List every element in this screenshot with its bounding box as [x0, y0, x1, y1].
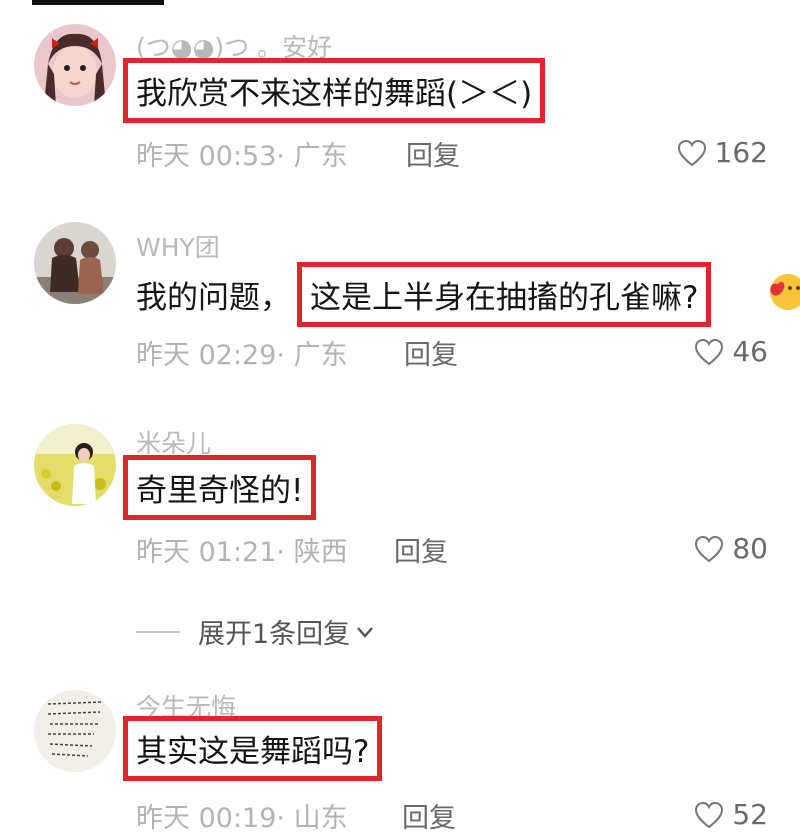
reply-button[interactable]: 回复	[402, 796, 456, 835]
highlight-box: 奇里奇怪的!	[123, 455, 317, 520]
comment-time: 昨天 02:29	[136, 340, 277, 371]
comment-text: 我欣赏不来这样的舞蹈(＞＜)	[123, 58, 546, 123]
username[interactable]: WHY团	[136, 228, 220, 264]
highlight-box: 其实这是舞蹈吗?	[123, 716, 383, 781]
chevron-down-icon	[357, 626, 374, 638]
comment-text-content: 这是上半身在抽搐的孔雀嘛?	[310, 280, 699, 316]
comment-time: 昨天 00:53	[136, 141, 277, 172]
comment-text: 其实这是舞蹈吗?	[123, 716, 383, 781]
like-button[interactable]: 162	[677, 136, 768, 169]
avatar[interactable]	[34, 690, 116, 772]
comment-location: · 广东	[276, 340, 348, 371]
comment-location: · 广东	[276, 141, 348, 172]
comment-meta: 昨天 02:29· 广东	[136, 333, 348, 372]
comment-time: 昨天 01:21	[136, 537, 277, 568]
reply-button[interactable]: 回复	[406, 134, 460, 173]
highlight-box: 这是上半身在抽搐的孔雀嘛?	[297, 262, 712, 327]
heart-outline-icon	[695, 801, 724, 828]
comment-text: 我的问题， 这是上半身在抽搐的孔雀嘛?	[136, 262, 712, 327]
comment-text: 奇里奇怪的!	[123, 455, 317, 520]
heart-outline-icon	[695, 535, 724, 562]
comment-location: · 陕西	[276, 537, 348, 568]
comment-text-content: 我欣赏不来这样的舞蹈(＞＜)	[136, 76, 533, 112]
emoji-icon	[770, 274, 800, 310]
comment-meta: 昨天 00:53· 广东	[136, 134, 348, 173]
avatar[interactable]	[34, 24, 116, 106]
like-count: 80	[732, 532, 768, 565]
like-count: 162	[714, 136, 768, 169]
expand-replies-label: 展开1条回复	[198, 619, 351, 650]
like-button[interactable]: 80	[694, 532, 768, 565]
expand-replies-button[interactable]: 展开1条回复	[136, 612, 376, 651]
comment-text-content: 奇里奇怪的!	[136, 473, 304, 509]
comment-meta: 昨天 00:19· 山东	[136, 796, 348, 835]
like-count: 46	[732, 335, 768, 368]
like-button[interactable]: 52	[694, 798, 768, 831]
heart-outline-icon	[677, 139, 706, 166]
avatar[interactable]	[34, 424, 116, 506]
reply-button[interactable]: 回复	[404, 333, 458, 372]
reply-button[interactable]: 回复	[394, 530, 448, 569]
divider	[136, 630, 180, 633]
comment-time: 昨天 00:19	[136, 803, 277, 834]
comment-location: · 山东	[276, 803, 348, 834]
comment-text-prefix: 我的问题，	[136, 280, 291, 316]
like-count: 52	[732, 798, 768, 831]
highlight-box: 我欣赏不来这样的舞蹈(＞＜)	[123, 58, 546, 123]
heart-outline-icon	[695, 338, 724, 365]
comment-text-content: 其实这是舞蹈吗?	[136, 734, 370, 770]
avatar[interactable]	[34, 222, 116, 304]
top-bar	[32, 0, 164, 5]
like-button[interactable]: 46	[694, 335, 768, 368]
comment-meta: 昨天 01:21· 陕西	[136, 530, 348, 569]
